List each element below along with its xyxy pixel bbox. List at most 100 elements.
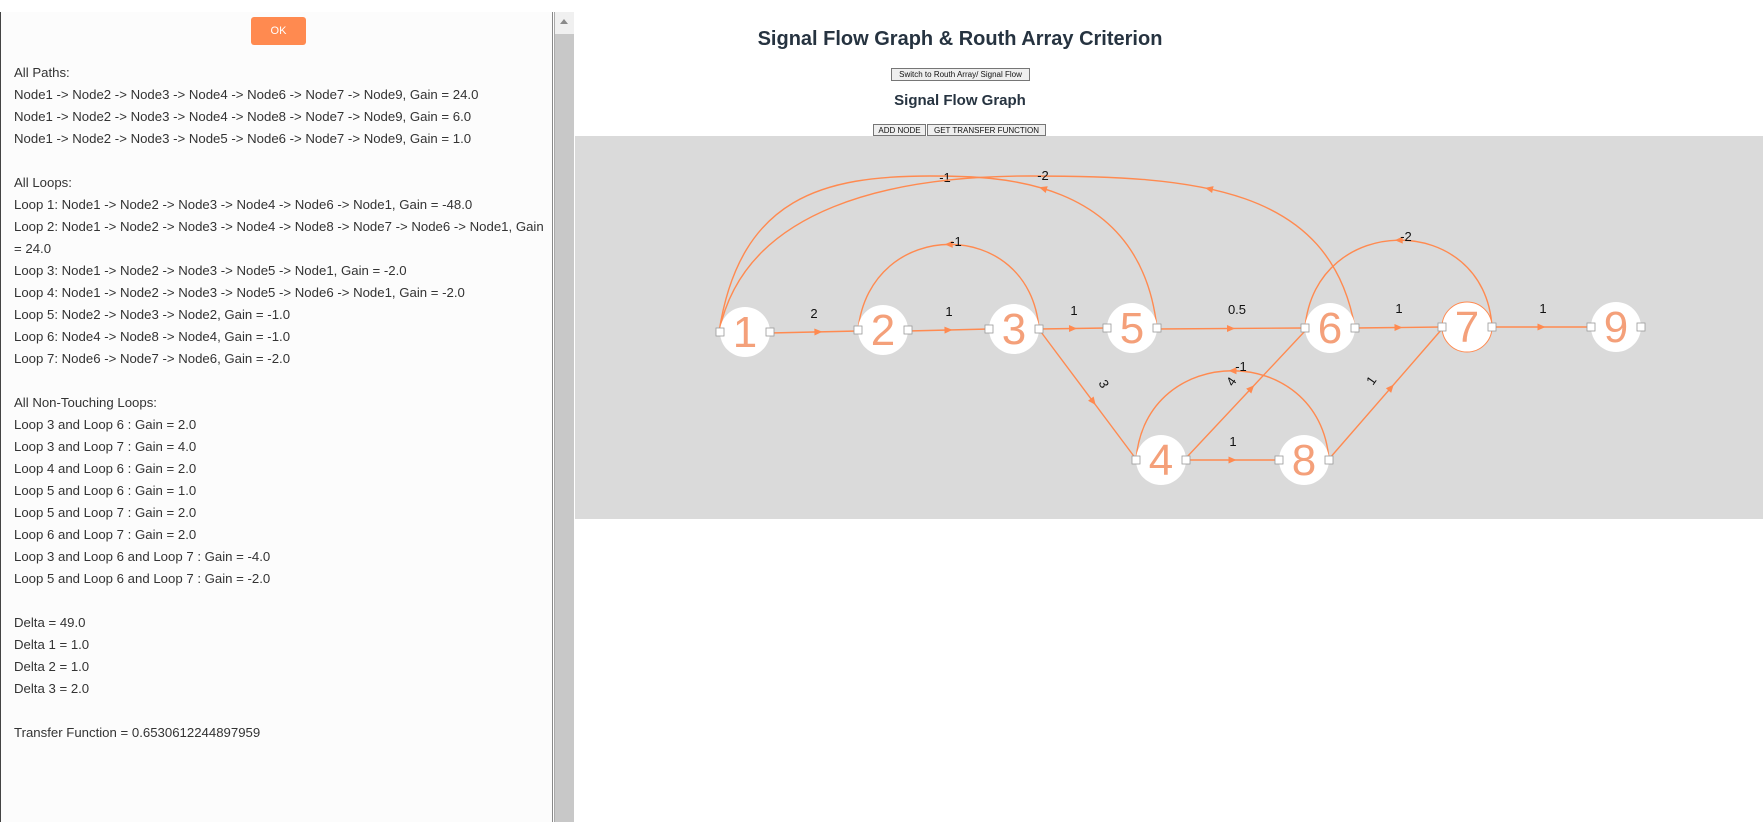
node-port[interactable] <box>765 327 775 337</box>
edge-4-8[interactable]: 1 <box>1186 434 1279 464</box>
edge-5-6[interactable]: 0.5 <box>1156 302 1306 333</box>
arrowhead-icon <box>1537 323 1546 331</box>
arrowhead-icon <box>1228 456 1237 464</box>
page-title: Signal Flow Graph & Routh Array Criterio… <box>757 28 1163 50</box>
node-port[interactable] <box>1636 322 1646 332</box>
edge-gain-label: -2 <box>1400 229 1412 244</box>
loop-item: Loop 5: Node2 -> Node3 -> Node2, Gain = … <box>14 307 291 322</box>
path-item: Node1 -> Node2 -> Node3 -> Node4 -> Node… <box>14 87 479 102</box>
node-port[interactable] <box>853 325 863 335</box>
loop-item: Loop 4: Node1 -> Node2 -> Node3 -> Node5… <box>14 285 465 300</box>
edge-gain-label: -2 <box>1037 168 1049 183</box>
node-port[interactable] <box>1324 455 1334 465</box>
loop-item: Loop 7: Node6 -> Node7 -> Node6, Gain = … <box>14 351 291 366</box>
paths-header: All Paths: <box>14 65 70 80</box>
edge-gain-label: 1 <box>1539 301 1546 316</box>
node-port[interactable] <box>1300 323 1310 333</box>
node-port[interactable] <box>1350 323 1360 333</box>
node-label: 3 <box>1002 305 1026 354</box>
node-8[interactable]: 8 <box>1274 435 1334 485</box>
arrowhead-icon <box>944 326 953 334</box>
loops-header: All Loops: <box>14 175 72 190</box>
nontouching-item: Loop 3 and Loop 7 : Gain = 4.0 <box>14 439 197 454</box>
section-title: Signal Flow Graph <box>894 92 1026 109</box>
nontouching-item: Loop 5 and Loop 6 : Gain = 1.0 <box>14 483 197 498</box>
edge-2-3[interactable]: 1 <box>907 304 990 334</box>
edge-gain-label: -1 <box>939 170 951 185</box>
node-6[interactable]: 6 <box>1300 303 1360 353</box>
node-label: 4 <box>1149 436 1173 485</box>
edge-6-7[interactable]: 1 <box>1354 301 1443 332</box>
node-port[interactable] <box>1181 455 1191 465</box>
loop-item: Loop 1: Node1 -> Node2 -> Node3 -> Node4… <box>14 197 473 212</box>
node-port[interactable] <box>1487 322 1497 332</box>
edge-gain-label: -1 <box>950 234 962 249</box>
nontouching-item: Loop 3 and Loop 6 and Loop 7 : Gain = -4… <box>14 549 271 564</box>
path-item: Node1 -> Node2 -> Node3 -> Node5 -> Node… <box>14 131 472 146</box>
graph-canvas[interactable]: 2 1 1 0.5 1 1 3 1 4 1 -1 -2 -1 -1 -2 1 2 3 5 6 7 9 4 8 <box>575 136 1763 519</box>
node-port[interactable] <box>1102 323 1112 333</box>
results-text: All Paths: Node1 -> Node2 -> Node3 -> No… <box>14 62 554 744</box>
edge-line[interactable] <box>718 175 1158 333</box>
node-label: 9 <box>1604 303 1628 352</box>
arrowhead-icon <box>1068 325 1077 333</box>
results-panel: OK All Paths: Node1 -> Node2 -> Node3 ->… <box>0 12 553 822</box>
transfer-function-result: Transfer Function = 0.6530612244897959 <box>14 725 261 740</box>
edge-gain-label: 4 <box>1223 374 1239 389</box>
edge-line[interactable] <box>1328 328 1443 460</box>
edge-4-6[interactable]: 4 <box>1185 330 1306 459</box>
edge-3-5[interactable]: 1 <box>1038 303 1108 333</box>
scrollbar[interactable] <box>554 12 574 822</box>
edge-gain-label: 0.5 <box>1228 302 1246 317</box>
node-label: 6 <box>1318 304 1342 353</box>
edge-gain-label: 1 <box>1070 303 1077 318</box>
node-label: 1 <box>733 308 757 357</box>
edge-gain-label: 3 <box>1096 377 1113 390</box>
node-1[interactable]: 1 <box>715 307 775 357</box>
node-4[interactable]: 4 <box>1131 435 1191 485</box>
edge-gain-label: 2 <box>810 306 817 321</box>
node-port[interactable] <box>1586 322 1596 332</box>
node-5[interactable]: 5 <box>1102 303 1162 353</box>
edge-line[interactable] <box>1185 330 1306 459</box>
ok-button[interactable]: OK <box>251 17 306 45</box>
node-label: 8 <box>1292 436 1316 485</box>
delta-item: Delta 2 = 1.0 <box>14 659 90 674</box>
edge-gain-label: 1 <box>945 304 952 319</box>
nontouching-item: Loop 6 and Loop 7 : Gain = 2.0 <box>14 527 197 542</box>
add-node-button[interactable]: ADD NODE <box>873 124 926 136</box>
arrowhead-icon <box>1039 186 1048 193</box>
edge-8-7[interactable]: 1 <box>1328 328 1443 460</box>
node-port[interactable] <box>1437 322 1447 332</box>
node-port[interactable] <box>984 324 994 334</box>
arrow-up-icon <box>560 19 568 24</box>
node-port[interactable] <box>1131 455 1141 465</box>
node-2[interactable]: 2 <box>853 305 913 355</box>
nontouching-item: Loop 3 and Loop 6 : Gain = 2.0 <box>14 417 197 432</box>
switch-mode-button[interactable]: Switch to Routh Array/ Signal Flow <box>891 68 1030 81</box>
edge-5-1[interactable]: -1 <box>718 170 1158 333</box>
node-port[interactable] <box>1274 455 1284 465</box>
edge-line[interactable] <box>769 330 859 334</box>
edge-1-2[interactable]: 2 <box>769 306 859 336</box>
scroll-up-button[interactable] <box>555 12 574 34</box>
path-item: Node1 -> Node2 -> Node3 -> Node4 -> Node… <box>14 109 472 124</box>
node-3[interactable]: 3 <box>984 304 1044 354</box>
node-port[interactable] <box>903 325 913 335</box>
loop-item: Loop 2: Node1 -> Node2 -> Node3 -> Node4… <box>14 219 548 256</box>
arrowhead-icon <box>814 328 823 336</box>
get-transfer-function-button[interactable]: GET TRANSFER FUNCTION <box>927 124 1046 136</box>
nontouching-item: Loop 5 and Loop 6 and Loop 7 : Gain = -2… <box>14 571 271 586</box>
node-port[interactable] <box>1152 323 1162 333</box>
node-7[interactable]: 7 <box>1437 301 1497 353</box>
node-port[interactable] <box>715 327 725 337</box>
edge-gain-label: 1 <box>1395 301 1402 316</box>
node-9[interactable]: 9 <box>1586 302 1646 352</box>
node-label: 5 <box>1120 304 1144 353</box>
edge-7-9[interactable]: 1 <box>1492 301 1591 331</box>
node-port[interactable] <box>1034 324 1044 334</box>
nontouching-header: All Non-Touching Loops: <box>14 395 157 410</box>
nontouching-item: Loop 4 and Loop 6 : Gain = 2.0 <box>14 461 197 476</box>
signal-flow-graph[interactable]: 2 1 1 0.5 1 1 3 1 4 1 -1 -2 -1 -1 -2 1 2 3 5 6 7 9 4 8 <box>575 136 1763 519</box>
nontouching-item: Loop 5 and Loop 7 : Gain = 2.0 <box>14 505 197 520</box>
